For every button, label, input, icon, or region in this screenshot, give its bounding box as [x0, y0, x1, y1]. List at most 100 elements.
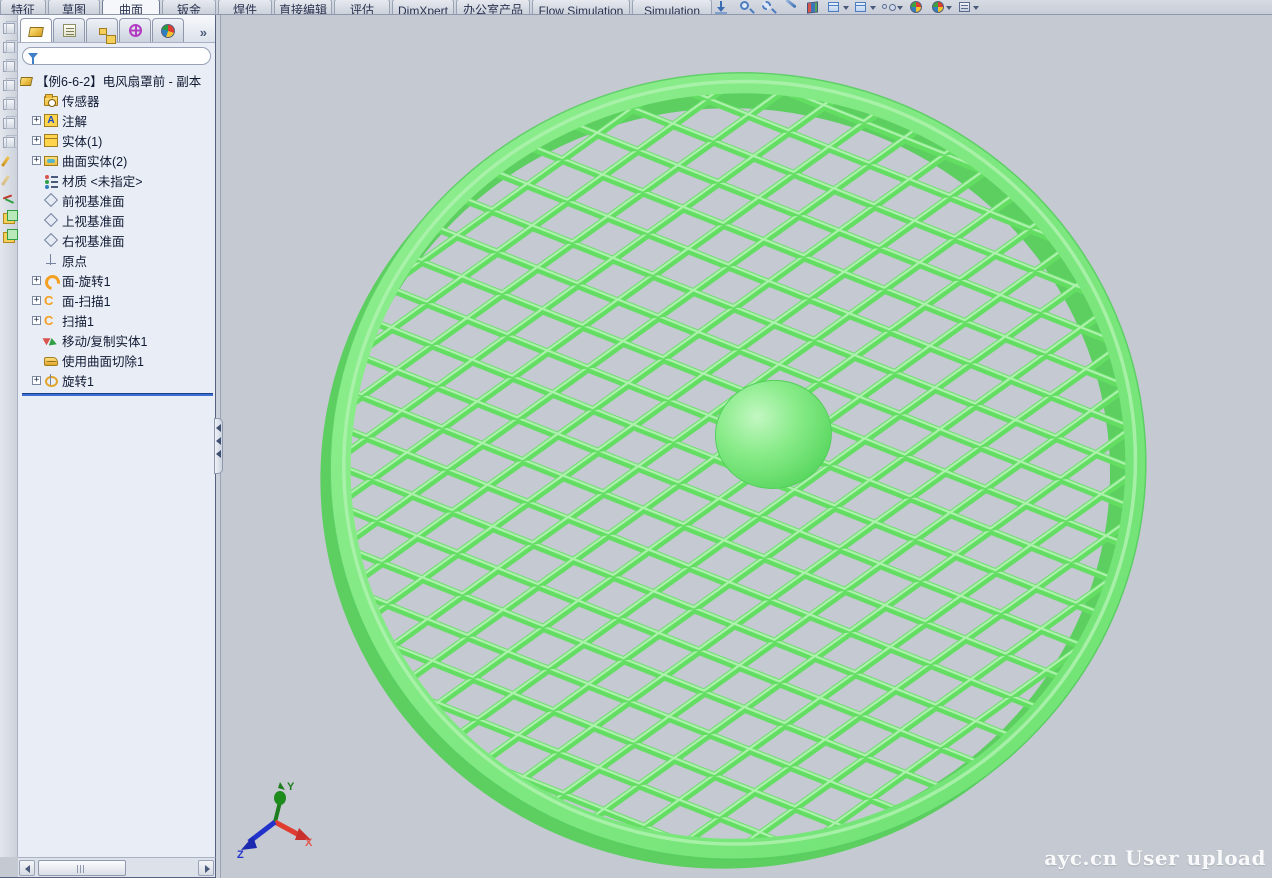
toolbar-cube-icon-6[interactable]	[3, 118, 15, 129]
apply-scene-icon[interactable]	[931, 1, 946, 14]
tree-item-surface-revolve1[interactable]: + 面-旋转1	[20, 270, 215, 290]
chevron-down-icon[interactable]	[897, 6, 903, 10]
y-axis-label: Y	[287, 781, 295, 793]
toolbar-cube-icon-1[interactable]	[3, 23, 15, 34]
tab-propertymanager[interactable]	[53, 18, 85, 42]
feature-tree: 【例6-6-2】电风扇罩前 - 副本 传感器 + A 注解 + 实体(1) + …	[18, 67, 215, 396]
sketch-pencil-icon[interactable]	[3, 156, 15, 167]
graphics-viewport[interactable]: Y X Z ayc.cn User upload	[221, 15, 1272, 878]
tab-sketch[interactable]: 草图	[48, 0, 100, 14]
panel-horizontal-scrollbar[interactable]	[18, 857, 216, 877]
expand-box[interactable]: +	[32, 156, 41, 165]
configurationmanager-icon	[99, 28, 107, 35]
tree-item-sweep1[interactable]: + C 扫描1	[20, 310, 215, 330]
tree-root[interactable]: 【例6-6-2】电风扇罩前 - 副本	[20, 70, 215, 90]
zoom-to-fit-icon[interactable]	[740, 1, 755, 14]
previous-view-icon[interactable]	[784, 1, 799, 14]
tree-item-top-plane[interactable]: 上视基准面	[20, 210, 215, 230]
y-axis-icon	[274, 791, 286, 805]
normal-to-icon[interactable]	[718, 1, 733, 14]
commandmanager-tab-bar: 特征 草图 曲面 钣金 焊件 直接编辑 评估 DimXpert 办公室产品 Fl…	[0, 0, 1272, 15]
cut-with-surface-icon	[44, 357, 58, 366]
tab-features[interactable]: 特征	[0, 0, 46, 14]
solidworks-window: { "ribbon": { "tabs": [ {"label": "特征", …	[0, 0, 1272, 878]
view-orientation-icon[interactable]	[828, 1, 843, 14]
view-settings-icon[interactable]	[958, 1, 973, 14]
tab-direct-editing[interactable]: 直接编辑	[274, 0, 332, 14]
tab-flow-simulation[interactable]: Flow Simulation	[532, 0, 630, 14]
scroll-right-arrow[interactable]	[198, 860, 214, 876]
tree-item-revolve1[interactable]: + 旋转1	[20, 370, 215, 390]
panel-tab-bar: »	[18, 15, 215, 43]
filter-funnel-icon	[28, 53, 38, 59]
expand-box[interactable]: +	[32, 276, 41, 285]
edit-appearance-icon[interactable]	[909, 1, 924, 14]
expand-box[interactable]: +	[32, 296, 41, 305]
tree-item-cut-with-surface1[interactable]: 使用曲面切除1	[20, 350, 215, 370]
expand-box[interactable]: +	[32, 116, 41, 125]
move-entities-icon[interactable]	[3, 194, 15, 205]
tab-sheet-metal[interactable]: 钣金	[162, 0, 216, 14]
rollback-bar[interactable]	[22, 393, 213, 396]
hide-show-items-icon[interactable]	[882, 1, 897, 14]
tree-item-solid-bodies[interactable]: + 实体(1)	[20, 130, 215, 150]
tab-configurationmanager[interactable]	[86, 18, 118, 42]
dimxpertmanager-icon	[129, 24, 142, 37]
panel-more-chevron[interactable]: »	[200, 25, 213, 42]
chevron-down-icon[interactable]	[870, 6, 876, 10]
expand-box[interactable]: +	[32, 316, 41, 325]
surface-revolve-icon	[44, 274, 58, 287]
toolbar-cube-icon-3[interactable]	[3, 61, 15, 72]
orientation-triad: Y X Z	[235, 780, 315, 858]
section-view-icon[interactable]	[806, 1, 821, 14]
tree-item-sensors[interactable]: 传感器	[20, 90, 215, 110]
tab-dimxpert[interactable]: DimXpert	[392, 0, 454, 14]
tab-displaymanager[interactable]	[152, 18, 184, 42]
chevron-down-icon[interactable]	[973, 6, 979, 10]
tab-simulation[interactable]: Simulation	[632, 0, 712, 14]
tab-evaluate[interactable]: 评估	[334, 0, 390, 14]
annotations-icon: A	[44, 114, 58, 127]
expand-box[interactable]: +	[32, 376, 41, 385]
part-icon	[20, 77, 33, 86]
toolbar-cube-icon-2[interactable]	[3, 42, 15, 53]
tree-item-front-plane[interactable]: 前视基准面	[20, 190, 215, 210]
expand-box[interactable]: +	[32, 136, 41, 145]
chevron-down-icon[interactable]	[946, 6, 952, 10]
toolbar-polyhedron-icon[interactable]	[3, 137, 15, 148]
tree-item-surface-bodies[interactable]: + 曲面实体(2)	[20, 150, 215, 170]
sensors-icon	[44, 96, 58, 106]
tab-dimxpertmanager[interactable]	[119, 18, 151, 42]
surface-sweep-icon: C	[44, 294, 58, 307]
toolbar-cube-icon-4[interactable]	[3, 80, 15, 91]
display-style-icon[interactable]	[855, 1, 870, 14]
tree-item-origin[interactable]: 原点	[20, 250, 215, 270]
heads-up-view-toolbar	[718, 0, 973, 15]
tab-featuremanager-tree[interactable]	[20, 18, 52, 42]
scroll-left-arrow[interactable]	[19, 860, 35, 876]
fan-guard-group[interactable]	[285, 26, 1191, 878]
zoom-to-area-icon[interactable]	[762, 1, 777, 14]
tab-weldments[interactable]: 焊件	[218, 0, 272, 14]
x-axis-label: X	[305, 837, 313, 849]
sketch-pencil-icon-2[interactable]	[3, 175, 15, 186]
tab-office-products[interactable]: 办公室产品	[456, 0, 530, 14]
tree-item-surface-sweep1[interactable]: + C 面-扫描1	[20, 290, 215, 310]
fan-cover-model[interactable]	[221, 15, 1272, 878]
tree-filter-box[interactable]	[22, 47, 211, 65]
tree-item-right-plane[interactable]: 右视基准面	[20, 230, 215, 250]
toolbar-cube-icon-5[interactable]	[3, 99, 15, 110]
tree-item-annotations[interactable]: + A 注解	[20, 110, 215, 130]
tab-surfaces[interactable]: 曲面	[102, 0, 160, 14]
bodies-layers-icon-2[interactable]	[3, 232, 15, 243]
surface-bodies-icon	[44, 156, 58, 166]
panel-collapse-handle[interactable]	[214, 418, 223, 474]
bodies-layers-icon-1[interactable]	[3, 213, 15, 224]
tree-item-material[interactable]: 材质 <未指定>	[20, 170, 215, 190]
revolve-icon	[44, 374, 58, 387]
filter-input[interactable]	[38, 49, 210, 63]
scrollbar-thumb[interactable]	[38, 860, 126, 876]
left-vertical-toolbar	[0, 15, 18, 857]
tree-item-move-copy-body1[interactable]: 移动/复制实体1	[20, 330, 215, 350]
chevron-down-icon[interactable]	[843, 6, 849, 10]
